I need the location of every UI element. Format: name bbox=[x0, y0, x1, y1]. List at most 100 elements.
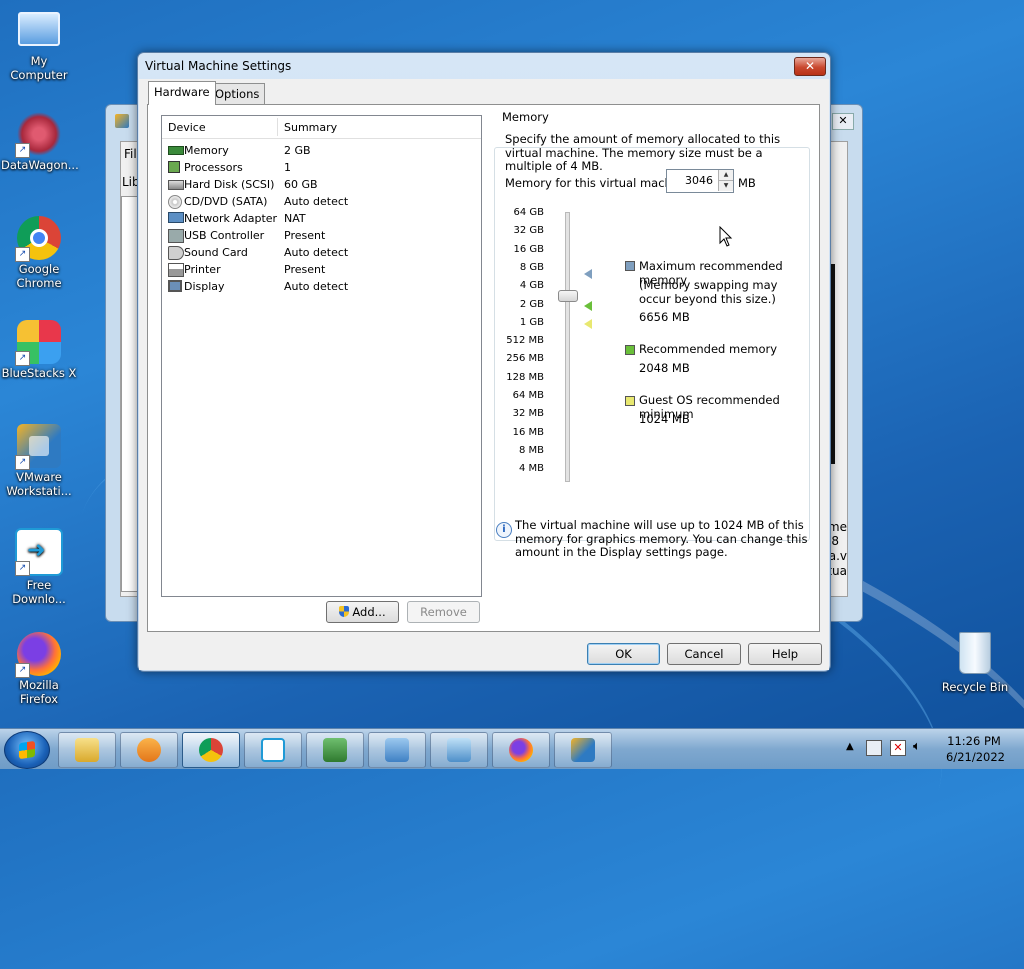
add-button[interactable]: Add... bbox=[326, 601, 399, 623]
close-button[interactable]: ✕ bbox=[794, 57, 826, 76]
desktop-icon-chrome[interactable]: ↗ Google Chrome bbox=[1, 216, 77, 290]
hardware-panel: Device Summary Memory 2 GB Processors 1 bbox=[147, 104, 820, 632]
chrome-icon: ↗ bbox=[15, 216, 61, 262]
desktop-icon-label: Recycle Bin bbox=[941, 680, 1009, 694]
tab-options[interactable]: Options bbox=[209, 83, 266, 104]
tab-hardware[interactable]: Hardware bbox=[148, 81, 216, 105]
taskbar-vmware[interactable] bbox=[554, 732, 612, 768]
monitor-icon bbox=[323, 738, 347, 762]
memory-spinbox[interactable]: ▲ ▼ bbox=[666, 169, 734, 193]
harddisk-icon bbox=[168, 180, 184, 190]
memory-scale-label: 4 GB bbox=[519, 280, 544, 292]
photo-viewer-icon bbox=[447, 738, 471, 762]
control-panel-icon bbox=[385, 738, 409, 762]
chrome-icon bbox=[199, 738, 223, 762]
show-hidden-icons[interactable]: ▲ bbox=[846, 741, 854, 752]
device-summary: 2 GB bbox=[284, 144, 311, 157]
desktop-icon-recycle-bin[interactable]: Recycle Bin bbox=[937, 632, 1013, 694]
device-row-display[interactable]: Display Auto detect bbox=[162, 278, 481, 295]
device-name: Processors bbox=[184, 161, 243, 174]
taskbar-task-manager[interactable] bbox=[306, 732, 364, 768]
column-summary[interactable]: Summary bbox=[284, 121, 337, 134]
cancel-button[interactable]: Cancel bbox=[667, 643, 741, 665]
device-summary: Present bbox=[284, 229, 326, 242]
clock-time[interactable]: 11:26 PM bbox=[946, 734, 1002, 748]
app-icon bbox=[115, 114, 129, 128]
device-row-hard-disk[interactable]: Hard Disk (SCSI) 60 GB bbox=[162, 176, 481, 193]
device-name: Memory bbox=[184, 144, 229, 157]
ok-button[interactable]: OK bbox=[587, 643, 660, 665]
dialog-title: Virtual Machine Settings bbox=[145, 59, 292, 73]
recycle-bin-icon bbox=[959, 632, 991, 674]
graphics-memory-info: The virtual machine will use up to 1024 … bbox=[515, 518, 808, 559]
recommended-legend-icon bbox=[625, 345, 635, 355]
memory-scale-label: 256 MB bbox=[506, 353, 544, 365]
shortcut-arrow-icon: ↗ bbox=[15, 663, 30, 678]
memory-scale-label: 32 GB bbox=[513, 225, 544, 237]
folder-icon bbox=[75, 738, 99, 762]
device-name: Printer bbox=[184, 263, 221, 276]
spin-down-icon[interactable]: ▼ bbox=[718, 181, 733, 191]
device-row-usb[interactable]: USB Controller Present bbox=[162, 227, 481, 244]
computer-icon bbox=[18, 12, 60, 46]
side-text-3: a.v bbox=[828, 549, 847, 563]
desktop-icon-vmware[interactable]: ↗ VMware Workstati... bbox=[1, 424, 77, 498]
taskbar-explorer[interactable] bbox=[58, 732, 116, 768]
desktop-icon-label: DataWagon... bbox=[1, 158, 79, 172]
memory-description: Specify the amount of memory allocated t… bbox=[505, 132, 781, 173]
download-manager-icon bbox=[261, 738, 285, 762]
network-tray-icon[interactable] bbox=[866, 740, 882, 756]
memory-scale-label: 8 GB bbox=[519, 261, 544, 273]
media-player-icon bbox=[137, 738, 161, 762]
device-row-sound[interactable]: Sound Card Auto detect bbox=[162, 244, 481, 261]
memory-scale-label: 8 MB bbox=[518, 444, 544, 456]
close-button[interactable]: ✕ bbox=[832, 113, 854, 130]
network-icon bbox=[168, 212, 184, 223]
memory-scale-label: 64 GB bbox=[513, 207, 544, 218]
memory-slider-track[interactable] bbox=[565, 212, 570, 482]
device-summary: Auto detect bbox=[284, 280, 349, 293]
max-recommended-legend-icon bbox=[625, 261, 635, 271]
volume-icon[interactable]: 🔈︎ bbox=[913, 739, 921, 754]
menu-file[interactable]: Fil bbox=[124, 147, 137, 161]
vmware-icon bbox=[571, 738, 595, 762]
device-summary: 60 GB bbox=[284, 178, 318, 191]
recommended-label: Recommended memory bbox=[639, 342, 778, 356]
shortcut-arrow-icon: ↗ bbox=[15, 561, 30, 576]
device-row-processors[interactable]: Processors 1 bbox=[162, 159, 481, 176]
device-summary: 1 bbox=[284, 161, 291, 174]
spin-up-icon[interactable]: ▲ bbox=[718, 170, 733, 181]
datawagon-icon: ↗ bbox=[15, 112, 61, 158]
desktop-icon-bluestacks[interactable]: ↗ BlueStacks X bbox=[1, 320, 77, 380]
taskbar-photo-viewer[interactable] bbox=[430, 732, 488, 768]
device-row-cdrom[interactable]: CD/DVD (SATA) Auto detect bbox=[162, 193, 481, 210]
memory-unit: MB bbox=[738, 176, 756, 190]
add-button-label: Add... bbox=[352, 605, 386, 619]
device-row-memory[interactable]: Memory 2 GB bbox=[162, 142, 481, 159]
taskbar-download-manager[interactable] bbox=[244, 732, 302, 768]
desktop-icon-firefox[interactable]: ↗ Mozilla Firefox bbox=[1, 632, 77, 706]
memory-slider-thumb[interactable] bbox=[558, 290, 578, 302]
desktop-icon-datawagon[interactable]: ↗ DataWagon... bbox=[1, 112, 79, 172]
side-text-2: 8 bbox=[831, 534, 839, 548]
info-icon: i bbox=[496, 522, 512, 538]
firefox-icon: ↗ bbox=[15, 632, 61, 678]
start-button[interactable] bbox=[4, 731, 50, 769]
memory-scale-label: 16 GB bbox=[513, 243, 544, 255]
action-center-icon[interactable]: ✕ bbox=[890, 740, 906, 756]
device-row-network[interactable]: Network Adapter NAT bbox=[162, 210, 481, 227]
clock-date[interactable]: 6/21/2022 bbox=[946, 750, 1005, 764]
taskbar-media-player[interactable] bbox=[120, 732, 178, 768]
taskbar-chrome[interactable] bbox=[182, 732, 240, 768]
taskbar-control-panel[interactable] bbox=[368, 732, 426, 768]
desktop-icon-my-computer[interactable]: My Computer bbox=[1, 10, 77, 82]
memory-input[interactable] bbox=[669, 172, 713, 188]
device-row-printer[interactable]: Printer Present bbox=[162, 261, 481, 278]
column-device[interactable]: Device bbox=[168, 121, 206, 134]
taskbar-firefox[interactable] bbox=[492, 732, 550, 768]
display-icon bbox=[168, 280, 182, 292]
desktop-icon-label: Mozilla Firefox bbox=[19, 678, 59, 706]
remove-button[interactable]: Remove bbox=[407, 601, 480, 623]
desktop-icon-free-download[interactable]: ➜ ↗ Free Downlo... bbox=[1, 528, 77, 606]
help-button[interactable]: Help bbox=[748, 643, 822, 665]
